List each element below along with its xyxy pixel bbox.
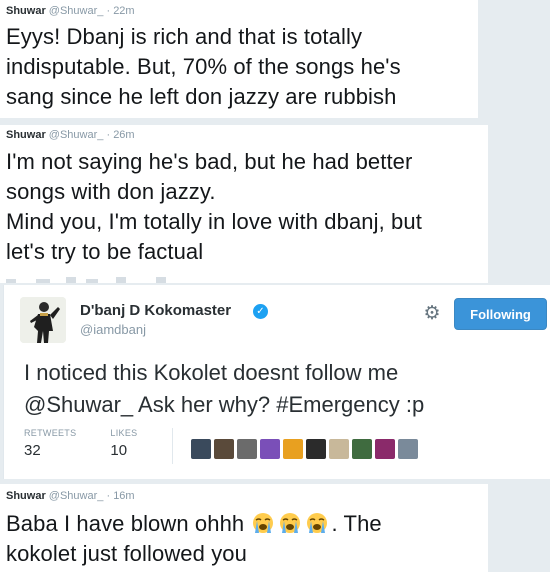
timestamp[interactable]: 26m xyxy=(113,129,134,141)
tweet-text: Baba I have blown ohhh . The kokolet jus… xyxy=(6,509,486,569)
liker-avatar[interactable] xyxy=(352,439,372,459)
tweet-text: I'm not saying he's bad, but he had bett… xyxy=(6,149,422,264)
liker-avatar[interactable] xyxy=(375,439,395,459)
loudly-crying-face-icon xyxy=(279,513,300,533)
loudly-crying-face-icon xyxy=(252,513,273,533)
tweet-card[interactable]: Shuwar @Shuwar_ · 22m Eyys! Dbanj is ric… xyxy=(0,0,478,118)
likes-label: LIKES xyxy=(110,428,138,438)
liker-avatar[interactable] xyxy=(237,439,257,459)
liker-avatar[interactable] xyxy=(306,439,326,459)
stats-divider xyxy=(172,428,173,464)
author-name[interactable]: Shuwar xyxy=(6,490,46,502)
gear-icon[interactable]: ⚙ xyxy=(422,304,442,324)
emoji-group xyxy=(251,511,332,536)
liker-avatar[interactable] xyxy=(214,439,234,459)
tweet-header: Shuwar @Shuwar_ · 22m xyxy=(6,5,135,17)
display-name[interactable]: D'banj D Kokomaster xyxy=(80,302,231,319)
separator-dot: · xyxy=(106,490,111,502)
author-handle[interactable]: @Shuwar_ xyxy=(49,5,104,17)
separator-dot: · xyxy=(106,5,111,17)
tweet-text-start: Baba I have blown ohhh xyxy=(6,511,245,536)
liker-avatar[interactable] xyxy=(260,439,280,459)
tweet-card[interactable]: Shuwar @Shuwar_ · 26m I'm not saying he'… xyxy=(0,125,488,283)
likes-stat[interactable]: LIKES 10 xyxy=(110,428,137,468)
likes-count: 10 xyxy=(110,442,128,459)
liker-avatar[interactable] xyxy=(283,439,303,459)
liker-avatars xyxy=(191,439,418,459)
loudly-crying-face-icon xyxy=(306,513,327,533)
liker-avatar[interactable] xyxy=(191,439,211,459)
timestamp[interactable]: 22m xyxy=(113,5,134,17)
tweet-stats: RETWEETS 32 LIKES 10 xyxy=(24,428,171,468)
avatar[interactable] xyxy=(20,297,66,343)
author-name[interactable]: Shuwar xyxy=(6,129,46,141)
verified-badge-icon: ✓ xyxy=(253,304,268,319)
retweets-count: 32 xyxy=(24,442,41,459)
author-name[interactable]: Shuwar xyxy=(6,5,46,17)
retweets-stat[interactable]: RETWEETS 32 xyxy=(24,428,76,468)
tweet-text: I noticed this Kokolet doesnt follow me … xyxy=(24,360,425,417)
following-button[interactable]: Following xyxy=(454,298,547,330)
screenshot-collage: Shuwar @Shuwar_ · 22m Eyys! Dbanj is ric… xyxy=(0,0,550,572)
author-handle[interactable]: @Shuwar_ xyxy=(49,129,104,141)
author-handle[interactable]: @Shuwar_ xyxy=(49,490,104,502)
tweet-text-mid: . The xyxy=(331,511,382,536)
tweet-card[interactable]: Shuwar @Shuwar_ · 16m Baba I have blown … xyxy=(0,484,488,572)
tweet-text: Eyys! Dbanj is rich and that is totally … xyxy=(6,24,401,109)
person-silhouette-icon xyxy=(20,297,66,343)
separator-dot: · xyxy=(106,129,111,141)
liker-avatar[interactable] xyxy=(398,439,418,459)
tweet-header: Shuwar @Shuwar_ · 26m xyxy=(6,129,135,141)
tweet-text-line2: kokolet just followed you xyxy=(6,541,247,566)
tweet-header: Shuwar @Shuwar_ · 16m xyxy=(6,490,135,502)
timestamp[interactable]: 16m xyxy=(113,490,134,502)
liker-avatar[interactable] xyxy=(329,439,349,459)
retweets-label: RETWEETS xyxy=(24,428,77,438)
author-handle[interactable]: @iamdbanj xyxy=(80,322,146,337)
action-bar-cutoff xyxy=(6,277,166,283)
expanded-tweet-card: D'banj D Kokomaster ✓ @iamdbanj ⚙ Follow… xyxy=(3,285,550,479)
